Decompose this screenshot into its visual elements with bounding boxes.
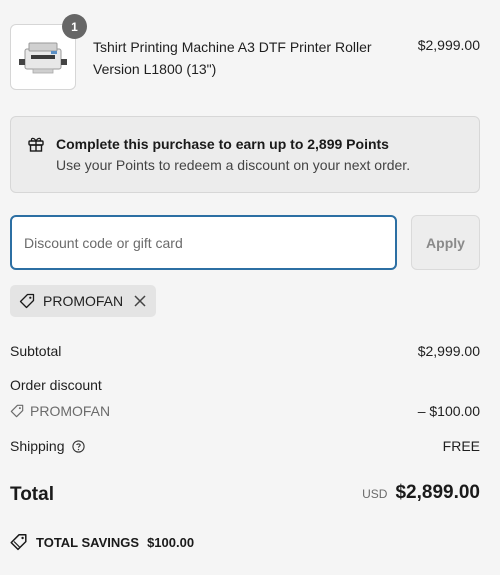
product-price: $2,999.00 [417,37,480,53]
close-icon[interactable] [133,294,147,308]
promo-discount-row: PROMOFAN – $100.00 [10,403,480,419]
applied-discount-chip: PROMOFAN [10,285,157,317]
quantity-badge: 1 [62,14,87,39]
tag-icon [10,404,24,418]
promo-discount-value: – $100.00 [417,403,480,419]
total-savings-value: $100.00 [147,534,195,550]
help-icon[interactable] [71,439,85,453]
subtotal-row: Subtotal $2,999.00 [10,343,480,359]
total-amount: $2,899.00 [395,482,480,503]
shipping-value: FREE [442,438,480,454]
product-name: Tshirt Printing Machine A3 DTF Printer R… [93,39,372,77]
points-banner: Complete this purchase to earn up to 2,8… [10,116,480,193]
total-row: Total USD $2,899.00 [10,482,480,510]
total-savings-row: TOTAL SAVINGS $100.00 [10,533,194,551]
order-discount-row: Order discount [10,377,480,393]
discount-code-input[interactable] [10,215,397,270]
subtotal-label: Subtotal [10,343,62,359]
tags-icon [10,534,27,551]
gift-icon [28,137,44,152]
shipping-row: Shipping FREE [10,438,480,454]
points-subtitle: Use your Points to redeem a discount on … [56,157,411,173]
total-savings-label: TOTAL SAVINGS [36,534,140,550]
total-label: Total [10,484,54,505]
order-discount-label: Order discount [10,377,102,393]
applied-code-label: PROMOFAN [43,293,124,309]
promo-code-label: PROMOFAN [30,403,111,419]
currency-code: USD [362,487,388,501]
cart-line-item: 1 Tshirt Printing Machine A3 DTF Printer… [10,14,490,90]
apply-button[interactable]: Apply [411,215,480,270]
subtotal-value: $2,999.00 [417,343,480,359]
tag-icon [19,293,35,309]
shipping-label: Shipping [10,438,65,454]
points-title: Complete this purchase to earn up to 2,8… [56,136,389,152]
